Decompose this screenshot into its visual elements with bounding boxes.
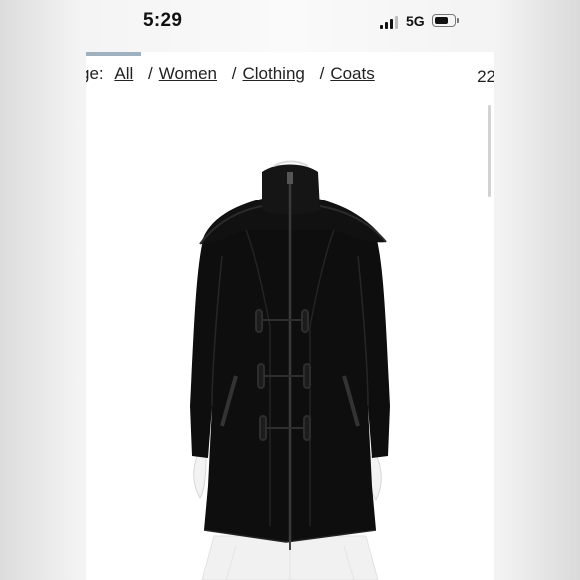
battery-icon [432, 14, 459, 27]
scrollbar[interactable] [488, 105, 491, 197]
status-time: 5:29 [143, 10, 183, 31]
breadcrumb-link-all[interactable]: All [114, 64, 133, 83]
product-image[interactable] [86, 106, 494, 580]
breadcrumb-link-women[interactable]: Women [159, 64, 217, 83]
breadcrumb-prefix: ge: [86, 64, 104, 83]
web-page: ge: All / Women / Clothing / Coats 22 [86, 52, 494, 580]
mannequin-left-hand [193, 453, 207, 499]
breadcrumb-separator: / [148, 64, 153, 83]
network-type: 5G [406, 13, 425, 29]
active-tab-indicator [86, 52, 141, 56]
breadcrumb-separator: / [319, 64, 325, 83]
breadcrumb: ge: All / Women / Clothing / Coats [86, 64, 375, 84]
breadcrumb-link-clothing[interactable]: Clothing [242, 64, 304, 83]
status-bar: 5:29 5G [0, 0, 580, 44]
cut-off-text: 22 [477, 67, 494, 86]
breadcrumb-link-coats[interactable]: Coats [330, 64, 374, 83]
cellular-signal-icon [380, 15, 400, 29]
breadcrumb-separator: / [231, 64, 237, 83]
